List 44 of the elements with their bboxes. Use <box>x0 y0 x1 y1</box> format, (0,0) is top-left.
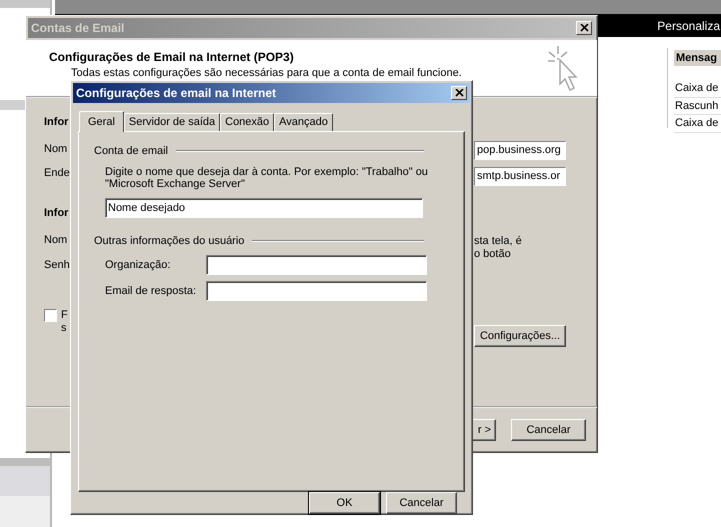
field-label: Organização: <box>105 258 172 271</box>
input-field[interactable] <box>206 254 427 275</box>
folder-item[interactable]: Caixa de <box>674 115 721 132</box>
form-label: Infor <box>44 207 70 219</box>
form-label: Senh <box>44 259 71 271</box>
note-text: sta tela, é <box>474 235 523 248</box>
server-field[interactable]: pop.business.org <box>474 141 566 160</box>
input-field[interactable]: Nome desejado <box>105 198 423 218</box>
dialog-subtitle: Todas estas configurações são necessárias para que a conta de email funcione. <box>71 67 462 79</box>
sidebar-panel-lower <box>0 458 50 527</box>
folder-item[interactable]: Rascunh <box>674 98 721 115</box>
toolbar-link[interactable]: Personaliza <box>657 18 720 32</box>
description-text: Digite o nome que deseja dar à conta. Por exemplo: "Trabalho" ou "Microsoft Exchange Server" <box>105 166 429 190</box>
checkbox[interactable] <box>44 309 57 322</box>
cursor-sparkle-icon <box>546 44 580 94</box>
server-field[interactable]: smtp.business.or <box>474 167 566 186</box>
close-icon <box>580 24 588 32</box>
form-label: Nom <box>44 143 68 155</box>
window-title: Contas de Email <box>31 21 124 35</box>
dialog-button[interactable]: OK <box>309 492 380 514</box>
dialog-heading: Configurações de Email na Internet (POP3) <box>49 50 295 64</box>
group-title: Conta de email <box>94 144 168 157</box>
close-button[interactable] <box>451 86 467 100</box>
tab[interactable]: Geral <box>79 110 124 132</box>
note-text: o botão <box>474 248 512 261</box>
form-label: Nom <box>44 234 68 246</box>
dialog-button[interactable]: Cancelar <box>511 419 586 441</box>
tab[interactable]: Conexão <box>220 112 274 131</box>
window-title: Configurações de email na Internet <box>76 86 276 100</box>
group-title: Outras informações do usuário <box>94 234 244 247</box>
field-label: Email de resposta: <box>105 284 198 297</box>
tab[interactable]: Avançado <box>274 112 333 131</box>
pane-header: Mensag <box>674 50 721 66</box>
close-icon <box>454 88 464 97</box>
form-label: Infor <box>44 116 70 128</box>
sidebar-bar <box>0 0 50 8</box>
settings-button[interactable]: Configurações... <box>474 325 566 347</box>
tab[interactable]: Servidor de saída <box>124 112 220 131</box>
form-label: Ende <box>44 167 71 179</box>
checkbox-label: F <box>61 309 68 322</box>
dialog-button[interactable]: Cancelar <box>386 492 457 514</box>
folder-item[interactable]: Caixa de <box>674 80 721 98</box>
input-field[interactable] <box>206 280 427 301</box>
checkbox-label: s <box>61 322 68 335</box>
